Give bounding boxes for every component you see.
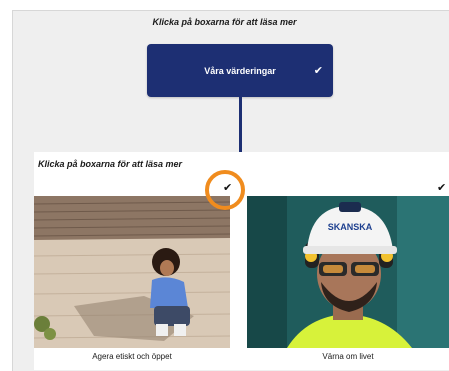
check-icon: ✔: [437, 182, 447, 194]
top-instruction: Klicka på boxarna för att läsa mer: [152, 17, 297, 27]
values-button-label: Våra värderingar: [204, 66, 276, 76]
card-life-caption: Värna om livet: [322, 352, 374, 361]
panel-instruction: Klicka på boxarna för att läsa mer: [38, 159, 183, 169]
highlight-ring: [205, 170, 245, 210]
ethics-photo: [34, 196, 230, 348]
page: Klicka på boxarna för att läsa mer Våra …: [0, 0, 449, 371]
card-life[interactable]: SKANSKA Värna om livet: [247, 196, 449, 370]
helmet-logo-text: SKANSKA: [328, 222, 373, 232]
card-ethics[interactable]: Agera etiskt och öppet: [34, 196, 230, 370]
life-photo: SKANSKA: [247, 196, 449, 348]
card-ethics-caption: Agera etiskt och öppet: [92, 352, 172, 361]
connector-line: [239, 97, 242, 152]
values-button[interactable]: Våra värderingar ✔: [147, 44, 333, 97]
check-icon: ✔: [313, 65, 323, 77]
